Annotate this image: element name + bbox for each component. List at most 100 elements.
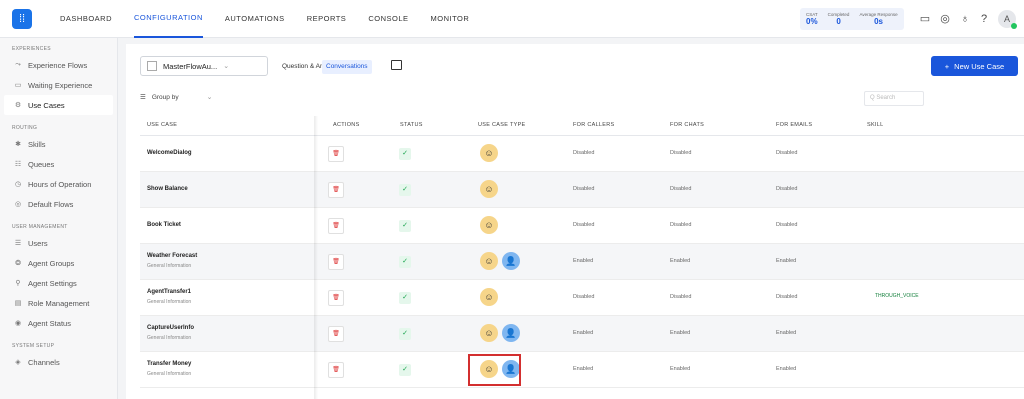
for-emails-value: Enabled	[776, 366, 797, 372]
sidebar-item-role-management[interactable]: ▤ Role Management	[0, 293, 117, 313]
sidebar-item-hours-of-operation[interactable]: ◷ Hours of Operation	[0, 174, 117, 194]
delete-icon[interactable]: 🗑	[328, 146, 344, 162]
book-icon[interactable]	[391, 60, 402, 70]
sidebar-item-users[interactable]: ☰ Users	[0, 233, 117, 253]
for-emails-value: Enabled	[776, 258, 797, 264]
sidebar-item-default-flows[interactable]: ◎ Default Flows	[0, 194, 117, 214]
avatar[interactable]: A	[998, 10, 1017, 29]
queues-icon: ☷	[14, 161, 22, 168]
sidebar-item-agent-groups[interactable]: ❂ Agent Groups	[0, 253, 117, 273]
use-case-icon: ⚙	[14, 102, 22, 109]
flow-icon: ⤳	[15, 61, 21, 68]
group-by-select[interactable]: ☰ Group by ⌄	[140, 93, 213, 102]
skills-icon: ✱	[15, 141, 21, 148]
bot-icon: ☺	[480, 216, 498, 234]
tab-conversations[interactable]: Conversations	[322, 60, 372, 74]
help-icon[interactable]: ?	[977, 12, 991, 26]
metric-csat: CSAT 0%	[806, 12, 818, 26]
sidebar-item-skills[interactable]: ✱ Skills	[0, 134, 117, 154]
table-row[interactable]: Weather Forecast General Information 🗑 ✓ ☺ 👤 E…	[140, 244, 1024, 280]
sidebar-item-label: Users	[28, 238, 48, 248]
check-circle-icon: ✓	[399, 364, 411, 376]
app-logo-icon[interactable]: ⁞⁞	[12, 8, 32, 29]
agent-icon: 👤	[502, 252, 520, 270]
table-row[interactable]: WelcomeDialog 🗑 ✓ ☺ Disabled Disabled Disabled	[140, 136, 1024, 172]
use-case-name[interactable]: WelcomeDialog	[147, 150, 192, 156]
sidebar-item-experience-flows[interactable]: ⤳ Experience Flows	[0, 55, 117, 75]
table-row[interactable]: CaptureUserInfo General Information 🗑 ✓ ☺ 👤 En…	[140, 316, 1024, 352]
table-row[interactable]: Transfer Money General Information 🗑 ✓ ☺ 👤 Ena…	[140, 352, 1024, 388]
use-case-name[interactable]: Weather Forecast	[147, 253, 197, 259]
sidebar-item-agent-status[interactable]: ◉ Agent Status	[0, 313, 117, 333]
bell-icon[interactable]: ♁	[958, 12, 972, 26]
sidebar-item-waiting-experience[interactable]: ▭ Waiting Experience	[0, 75, 117, 95]
use-case-name[interactable]: AgentTransfer1	[147, 289, 191, 295]
table-row[interactable]: AgentTransfer1 General Information 🗑 ✓ ☺ Disa…	[140, 280, 1024, 316]
sidebar-item-queues[interactable]: ☷ Queues	[0, 154, 117, 174]
check-circle-icon: ✓	[399, 256, 411, 268]
use-case-description: General Information	[147, 335, 192, 341]
for-emails-value: Disabled	[776, 294, 798, 300]
sidebar-item-agent-settings[interactable]: ⚲ Agent Settings	[0, 273, 117, 293]
chevron-down-icon: ⌄	[206, 94, 213, 101]
nav-automations[interactable]: AUTOMATIONS	[225, 0, 285, 38]
highlight-box	[468, 354, 521, 386]
delete-icon[interactable]: 🗑	[328, 326, 344, 342]
bot-icon: ☺	[480, 288, 498, 306]
sidebar: EXPERIENCES ⤳ Experience Flows ▭ Waiting Exp…	[0, 38, 118, 399]
app-select[interactable]: MasterFlowAu... ⌄	[140, 56, 268, 76]
sidebar-item-label: Queues	[28, 159, 55, 169]
use-case-description: General Information	[147, 263, 192, 269]
for-callers-value: Enabled	[573, 330, 594, 336]
delete-icon[interactable]: 🗑	[328, 218, 344, 234]
use-case-name[interactable]: Show Balance	[147, 186, 188, 192]
agent-groups-icon: ❂	[15, 260, 21, 267]
default-flow-icon: ◎	[14, 201, 22, 208]
channels-icon: ◈	[15, 359, 21, 366]
top-nav: ⁞⁞ DASHBOARD CONFIGURATION AUTOMATIONS REPO…	[0, 0, 1024, 38]
column-header-for-callers: FOR CALLERS	[573, 122, 615, 128]
sidebar-item-channels[interactable]: ◈ Channels	[0, 352, 117, 372]
use-case-name[interactable]: Transfer Money	[147, 361, 191, 367]
table-header: USE CASE ACTIONS STATUS USE CASE TYPE FOR CA…	[140, 116, 1024, 136]
nav-dashboard[interactable]: DASHBOARD	[60, 0, 112, 38]
for-chats-value: Disabled	[670, 150, 692, 156]
column-header-actions: ACTIONS	[333, 122, 360, 128]
check-circle-icon: ✓	[399, 292, 411, 304]
delete-icon[interactable]: 🗑	[328, 182, 344, 198]
role-icon: ▤	[14, 300, 22, 307]
nav-configuration[interactable]: CONFIGURATION	[134, 0, 203, 38]
for-emails-value: Disabled	[776, 222, 798, 228]
nav-console[interactable]: CONSOLE	[368, 0, 408, 38]
for-chats-value: Enabled	[670, 366, 691, 372]
chat-search-icon[interactable]: ◎	[938, 12, 952, 26]
nav-reports[interactable]: REPORTS	[307, 0, 347, 38]
metric-completed: Completed 0	[828, 12, 850, 26]
bot-icon: ☺	[480, 144, 498, 162]
delete-icon[interactable]: 🗑	[328, 290, 344, 306]
new-use-case-button[interactable]: + New Use Case	[931, 56, 1018, 76]
column-header-use-case: USE CASE	[147, 122, 178, 128]
table-row[interactable]: Book Ticket 🗑 ✓ ☺ Disabled Disabled Disabled	[140, 208, 1024, 244]
for-emails-value: Disabled	[776, 186, 798, 192]
sidebar-item-use-cases[interactable]: ⚙ Use Cases	[4, 95, 113, 115]
search-input[interactable]: Q Search	[864, 91, 924, 106]
nav-monitor[interactable]: MONITOR	[431, 0, 470, 38]
for-callers-value: Disabled	[573, 222, 595, 228]
sidebar-item-label: Agent Settings	[28, 278, 77, 288]
column-header-for-emails: FOR EMAILS	[776, 122, 813, 128]
sidebar-item-label: Role Management	[28, 298, 90, 308]
clock-icon: ◷	[14, 181, 22, 188]
use-case-name[interactable]: CaptureUserInfo	[147, 325, 194, 331]
screen-icon[interactable]: ▭	[918, 12, 932, 26]
bot-icon: ☺	[480, 252, 498, 270]
agent-settings-icon: ⚲	[15, 280, 21, 287]
delete-icon[interactable]: 🗑	[328, 362, 344, 378]
table-row[interactable]: Show Balance 🗑 ✓ ☺ Disabled Disabled Disabled	[140, 172, 1024, 208]
chevron-down-icon: ⌄	[223, 63, 230, 70]
delete-icon[interactable]: 🗑	[328, 254, 344, 270]
for-callers-value: Enabled	[573, 366, 594, 372]
use-case-name[interactable]: Book Ticket	[147, 222, 181, 228]
sidebar-item-label: Hours of Operation	[28, 179, 92, 189]
column-header-status: STATUS	[400, 122, 423, 128]
